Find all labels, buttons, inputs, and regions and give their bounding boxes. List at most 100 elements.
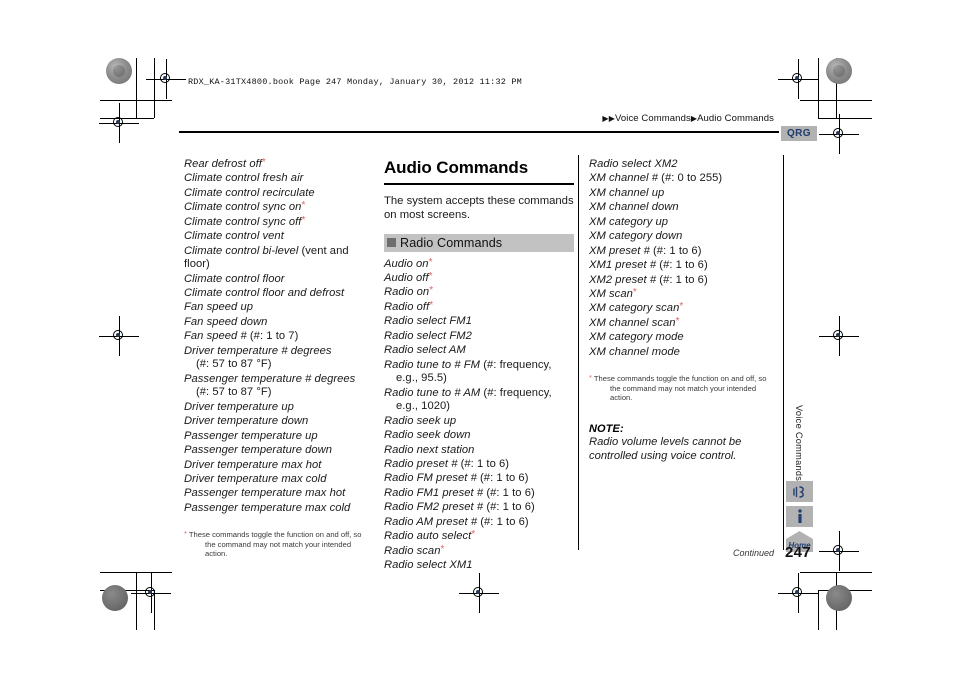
command-text: XM category scan [589,302,680,315]
registration-mark [459,573,499,613]
color-control-dot [826,58,852,84]
command-item: Passenger temperature up [184,430,374,444]
command-text: Radio tune to # FM [384,358,481,371]
command-item: XM category scan* [589,302,779,316]
command-text: Fan speed # [184,330,247,343]
command-item: Radio preset # (#: 1 to 6) [384,458,574,472]
asterisk-icon: * [428,271,433,283]
command-text: Radio FM preset # [384,472,477,485]
command-item: Radio AM preset # (#: 1 to 6) [384,516,574,530]
command-parameter-note: (#: 1 to 6) [483,501,535,514]
command-text: XM1 preset # [589,259,657,272]
registration-mark [778,573,818,613]
information-icon [786,506,813,527]
command-text: Climate control bi-level [184,244,299,257]
asterisk-icon: * [428,256,433,268]
command-text: Radio tune to # AM [384,386,481,399]
asterisk-icon: * [632,286,637,298]
page-title: Audio Commands [384,158,529,177]
crop-mark-line [818,118,872,119]
command-text: Rear defrost off [184,158,262,170]
command-text: Driver temperature max hot [184,458,322,471]
command-text: XM channel mode [589,345,680,358]
command-parameter-note: (#: 0 to 255) [658,172,723,185]
qrg-badge: QRG [781,126,817,141]
command-text: Audio off [384,272,429,285]
command-text: Climate control recirculate [184,186,315,199]
registration-mark [99,103,139,143]
command-text: XM channel down [589,201,679,214]
command-text: Radio on [384,286,430,299]
command-text: Radio FM1 preset # [384,486,484,499]
command-text: Audio on [384,257,429,270]
command-item: Climate control floor [184,273,374,287]
footnote-line-1: These commands toggle the function on an… [593,374,767,384]
command-parameter-note: (#: 1 to 6) [476,472,529,485]
command-continuation: (#: 57 to 87 °F) [196,358,272,371]
command-text: XM category down [589,230,683,243]
command-text: XM category mode [589,331,684,344]
command-item: XM2 preset # (#: 1 to 6) [589,274,779,288]
command-parameter-note: (#: 1 to 7) [246,330,299,343]
footnote-line-2: the command may not match your intended … [610,383,757,403]
asterisk-icon: * [679,301,684,313]
command-item: Audio off* [384,272,574,286]
asterisk-icon: * [429,285,434,297]
command-item: XM channel # (#: 0 to 255) [589,172,779,186]
command-item: Passenger temperature # degrees (#: 57 to… [184,373,374,401]
registration-mark [819,531,859,571]
crop-mark-line [136,572,137,630]
command-text: Passenger temperature max cold [184,501,351,514]
command-item: Radio select XM2 [589,158,779,172]
command-text: Climate control fresh air [184,172,304,185]
command-parameter-note: (#: 1 to 6) [649,244,702,257]
command-text: Passenger temperature up [184,429,318,442]
asterisk-icon: * [471,529,476,541]
command-item: Passenger temperature max cold [184,502,374,516]
radio-command-list: Audio on* Audio off* Radio on* Radio off* Ra… [384,256,574,574]
command-item: Radio tune to # AM (#: frequency, e.g., 1… [384,387,574,415]
note-label: NOTE: [589,422,624,435]
command-text: Radio select XM1 [384,559,473,571]
command-item: Radio FM1 preset # (#: 1 to 6) [384,487,574,501]
command-parameter-note: (#: 1 to 6) [656,259,708,272]
command-text: Radio select FM2 [384,329,472,342]
command-item: Driver temperature up [184,401,374,415]
command-item: Climate control sync off* [184,215,374,230]
command-text: Radio select AM [384,344,466,357]
command-text: Driver temperature down [184,415,309,428]
command-text: Fan speed up [184,301,254,314]
command-item: Climate control fresh air [184,172,374,186]
voice-command-icon [786,481,813,502]
command-text: Radio AM preset # [384,515,478,528]
asterisk-icon: * [440,543,445,555]
asterisk-icon: * [429,299,434,311]
book-file-line: RDX_KA-31TX4800.book Page 247 Monday, Ja… [188,77,522,87]
command-text: Radio scan [384,544,441,557]
command-item: XM channel scan* [589,316,779,331]
square-bullet-icon [387,238,396,248]
command-text: Fan speed down [184,315,268,328]
command-text: Climate control vent [184,230,284,243]
command-item: XM channel mode [589,346,779,360]
command-parameter-note: (#: 1 to 6) [457,457,510,470]
command-text: Radio off [384,300,430,313]
command-continuation: e.g., 95.5) [396,372,447,385]
command-continuation: (#: 57 to 87 °F) [196,386,272,399]
asterisk-icon: * [261,157,266,168]
command-item: XM1 preset # (#: 1 to 6) [589,259,779,273]
crop-mark-line [818,590,819,630]
color-control-dot [102,585,128,611]
command-item: Climate control bi-level (vent and floor… [184,245,374,273]
command-text: Radio seek up [384,414,457,427]
breadcrumb: ▶▶Voice Commands▶Audio Commands [602,113,774,124]
command-text: Climate control sync off [184,215,302,228]
command-item: Radio FM preset # (#: 1 to 6) [384,472,574,486]
command-item: Radio seek down [384,429,574,443]
color-control-dot [826,585,852,611]
subsection-heading-label: Radio Commands [400,235,503,250]
middle-column: Audio Commands The system accepts these … [384,158,574,573]
command-item: Climate control sync on* [184,201,374,215]
command-item: Radio seek up [384,415,574,429]
side-tab-voice-commands: Voice Commands [794,405,804,482]
